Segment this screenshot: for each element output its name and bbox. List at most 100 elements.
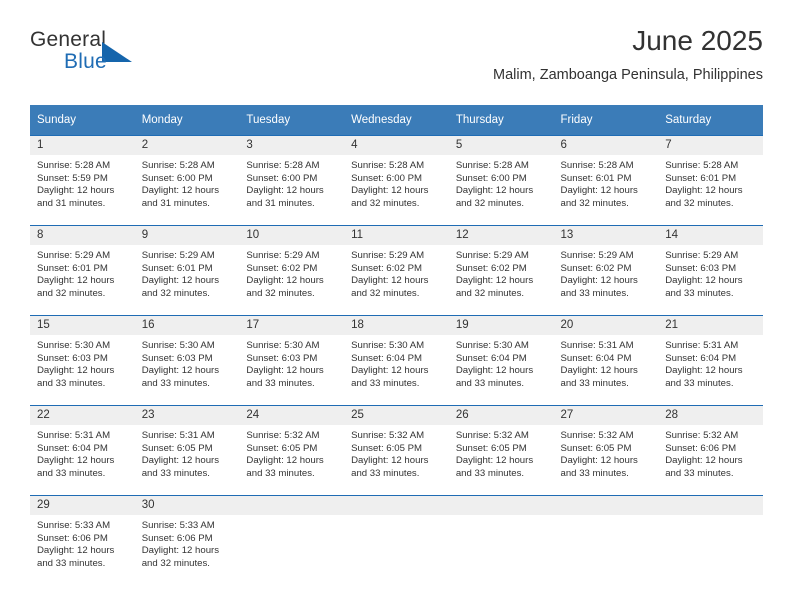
day-number (344, 496, 449, 515)
day-number: 14 (658, 226, 763, 245)
daylight-duration-line2: and 33 minutes. (560, 377, 629, 389)
calendar-week-row: 15 Sunrise: 5:30 AM Sunset: 6:03 PM Dayligh… (30, 316, 763, 405)
day-sun-info: Sunrise: 5:32 AM Sunset: 6:05 PM Daylight:… (344, 425, 449, 480)
daylight-duration-line2: and 32 minutes. (141, 557, 210, 569)
calendar-day-cell[interactable]: 30 Sunrise: 5:33 AM Sunset: 6:06 PM Dayligh… (134, 496, 240, 585)
daylight-duration-line1: Daylight: 12 hours (141, 275, 220, 287)
day-sun-info: Sunrise: 5:30 AM Sunset: 6:03 PM Daylight:… (239, 335, 344, 390)
daylight-duration-line2: and 32 minutes. (141, 287, 210, 299)
day-number: 17 (239, 316, 345, 335)
sunset-time: Sunset: 6:06 PM (37, 532, 108, 544)
calendar-day-cell[interactable]: 23 Sunrise: 5:31 AM Sunset: 6:05 PM Dayligh… (134, 406, 240, 495)
calendar-day-cell[interactable]: 24 Sunrise: 5:32 AM Sunset: 6:05 PM Dayligh… (239, 406, 345, 495)
calendar-day-cell[interactable]: 28 Sunrise: 5:32 AM Sunset: 6:06 PM Dayligh… (658, 406, 763, 495)
sunset-time: Sunset: 6:04 PM (351, 352, 423, 364)
day-sun-info: Sunrise: 5:29 AM Sunset: 6:02 PM Daylight:… (449, 245, 554, 300)
daylight-duration-line2: and 33 minutes. (37, 377, 106, 389)
calendar-day-cell[interactable]: 26 Sunrise: 5:32 AM Sunset: 6:05 PM Dayligh… (448, 406, 554, 495)
calendar-day-cell[interactable]: 17 Sunrise: 5:30 AM Sunset: 6:03 PM Dayligh… (239, 316, 345, 405)
calendar-day-cell[interactable]: 5 Sunrise: 5:28 AM Sunset: 6:00 PM Daylight… (448, 136, 554, 225)
sunset-time: Sunset: 6:01 PM (141, 262, 213, 274)
calendar-day-cell[interactable]: 8 Sunrise: 5:29 AM Sunset: 6:01 PM Daylight… (30, 226, 135, 315)
sunrise-time: Sunrise: 5:28 AM (351, 160, 425, 171)
day-sun-info: Sunrise: 5:30 AM Sunset: 6:04 PM Daylight:… (449, 335, 554, 390)
calendar-day-cell[interactable]: 6 Sunrise: 5:28 AM Sunset: 6:01 PM Daylight… (553, 136, 659, 225)
sunset-time: Sunset: 6:06 PM (665, 442, 737, 454)
day-number: 2 (134, 136, 240, 155)
calendar-day-cell[interactable]: 18 Sunrise: 5:30 AM Sunset: 6:04 PM Dayligh… (344, 316, 449, 405)
daylight-duration-line2: and 32 minutes. (37, 287, 106, 299)
day-number: 4 (344, 136, 449, 155)
calendar-day-cell[interactable]: 10 Sunrise: 5:29 AM Sunset: 6:02 PM Dayligh… (239, 226, 345, 315)
day-sun-info: Sunrise: 5:30 AM Sunset: 6:04 PM Daylight:… (344, 335, 449, 390)
day-number (448, 496, 554, 515)
sunset-time: Sunset: 6:01 PM (37, 262, 108, 274)
calendar-day-cell[interactable]: 22 Sunrise: 5:31 AM Sunset: 6:04 PM Dayligh… (30, 406, 135, 495)
daylight-duration-line1: Daylight: 12 hours (665, 455, 743, 467)
day-sun-info: Sunrise: 5:29 AM Sunset: 6:02 PM Daylight:… (239, 245, 344, 300)
daylight-duration-line2: and 33 minutes. (351, 377, 420, 389)
logo-text-blue: Blue (64, 50, 107, 73)
calendar-day-cell[interactable]: 14 Sunrise: 5:29 AM Sunset: 6:03 PM Dayligh… (658, 226, 763, 315)
daylight-duration-line1: Daylight: 12 hours (665, 185, 743, 197)
sunrise-time: Sunrise: 5:28 AM (560, 160, 634, 171)
sunset-time: Sunset: 6:02 PM (560, 262, 632, 274)
calendar-day-cell[interactable]: 2 Sunrise: 5:28 AM Sunset: 6:00 PM Daylight… (134, 136, 240, 225)
daylight-duration-line1: Daylight: 12 hours (560, 185, 638, 197)
day-number (658, 496, 763, 515)
daylight-duration-line1: Daylight: 12 hours (141, 185, 220, 197)
sunset-time: Sunset: 6:04 PM (665, 352, 737, 364)
daylight-duration-line2: and 33 minutes. (37, 557, 106, 569)
day-sun-info: Sunrise: 5:28 AM Sunset: 6:01 PM Daylight:… (658, 155, 763, 210)
day-number: 1 (30, 136, 135, 155)
calendar-day-cell-empty (658, 496, 763, 585)
sunrise-time: Sunrise: 5:30 AM (37, 340, 111, 351)
sunset-time: Sunset: 6:00 PM (351, 172, 423, 184)
daylight-duration-line1: Daylight: 12 hours (37, 455, 115, 467)
calendar-day-cell[interactable]: 19 Sunrise: 5:30 AM Sunset: 6:04 PM Dayligh… (448, 316, 554, 405)
calendar-day-cell[interactable]: 12 Sunrise: 5:29 AM Sunset: 6:02 PM Dayligh… (448, 226, 554, 315)
calendar-day-cell[interactable]: 27 Sunrise: 5:32 AM Sunset: 6:05 PM Dayligh… (553, 406, 659, 495)
weekday-header-monday: Monday (134, 105, 240, 135)
day-number: 3 (239, 136, 345, 155)
sunset-time: Sunset: 6:05 PM (455, 442, 527, 454)
daylight-duration-line1: Daylight: 12 hours (455, 185, 534, 197)
day-number: 21 (658, 316, 763, 335)
calendar-day-cell[interactable]: 13 Sunrise: 5:29 AM Sunset: 6:02 PM Dayligh… (553, 226, 659, 315)
daylight-duration-line2: and 32 minutes. (455, 287, 525, 299)
calendar-day-cell-empty (553, 496, 659, 585)
calendar-day-cell[interactable]: 9 Sunrise: 5:29 AM Sunset: 6:01 PM Daylight… (134, 226, 240, 315)
calendar-day-cell[interactable]: 3 Sunrise: 5:28 AM Sunset: 6:00 PM Daylight… (239, 136, 345, 225)
day-number: 26 (448, 406, 554, 425)
day-number: 27 (553, 406, 659, 425)
calendar-day-cell-empty (344, 496, 449, 585)
daylight-duration-line1: Daylight: 12 hours (141, 455, 220, 467)
sunset-time: Sunset: 6:04 PM (455, 352, 527, 364)
calendar-day-cell[interactable]: 16 Sunrise: 5:30 AM Sunset: 6:03 PM Dayligh… (134, 316, 240, 405)
calendar-day-cell[interactable]: 21 Sunrise: 5:31 AM Sunset: 6:04 PM Dayligh… (658, 316, 763, 405)
calendar-day-cell[interactable]: 11 Sunrise: 5:29 AM Sunset: 6:02 PM Dayligh… (344, 226, 449, 315)
calendar-day-cell[interactable]: 29 Sunrise: 5:33 AM Sunset: 6:06 PM Dayligh… (30, 496, 135, 585)
day-sun-info: Sunrise: 5:28 AM Sunset: 6:00 PM Daylight:… (449, 155, 554, 210)
general-blue-logo[interactable]: General Blue (30, 28, 200, 84)
calendar-day-cell[interactable]: 15 Sunrise: 5:30 AM Sunset: 6:03 PM Dayligh… (30, 316, 135, 405)
calendar-day-cell[interactable]: 1 Sunrise: 5:28 AM Sunset: 5:59 PM Daylight… (30, 136, 135, 225)
daylight-duration-line2: and 31 minutes. (37, 197, 106, 209)
calendar-day-cell[interactable]: 25 Sunrise: 5:32 AM Sunset: 6:05 PM Dayligh… (344, 406, 449, 495)
sunrise-time: Sunrise: 5:29 AM (351, 250, 425, 261)
calendar-day-cell[interactable]: 20 Sunrise: 5:31 AM Sunset: 6:04 PM Dayligh… (553, 316, 659, 405)
sunset-time: Sunset: 5:59 PM (37, 172, 108, 184)
daylight-duration-line1: Daylight: 12 hours (246, 185, 324, 197)
sunset-time: Sunset: 6:00 PM (246, 172, 318, 184)
day-sun-info: Sunrise: 5:29 AM Sunset: 6:02 PM Daylight:… (344, 245, 449, 300)
daylight-duration-line1: Daylight: 12 hours (665, 365, 743, 377)
calendar-day-cell-empty (448, 496, 554, 585)
sunrise-time: Sunrise: 5:29 AM (37, 250, 111, 261)
calendar-header-row: Sunday Monday Tuesday Wednesday Thursday… (30, 105, 763, 135)
day-sun-info: Sunrise: 5:33 AM Sunset: 6:06 PM Daylight:… (135, 515, 240, 570)
calendar-day-cell[interactable]: 7 Sunrise: 5:28 AM Sunset: 6:01 PM Daylight… (658, 136, 763, 225)
daylight-duration-line2: and 33 minutes. (665, 377, 734, 389)
daylight-duration-line2: and 33 minutes. (455, 377, 525, 389)
sunset-time: Sunset: 6:05 PM (141, 442, 213, 454)
calendar-day-cell[interactable]: 4 Sunrise: 5:28 AM Sunset: 6:00 PM Daylight… (344, 136, 449, 225)
